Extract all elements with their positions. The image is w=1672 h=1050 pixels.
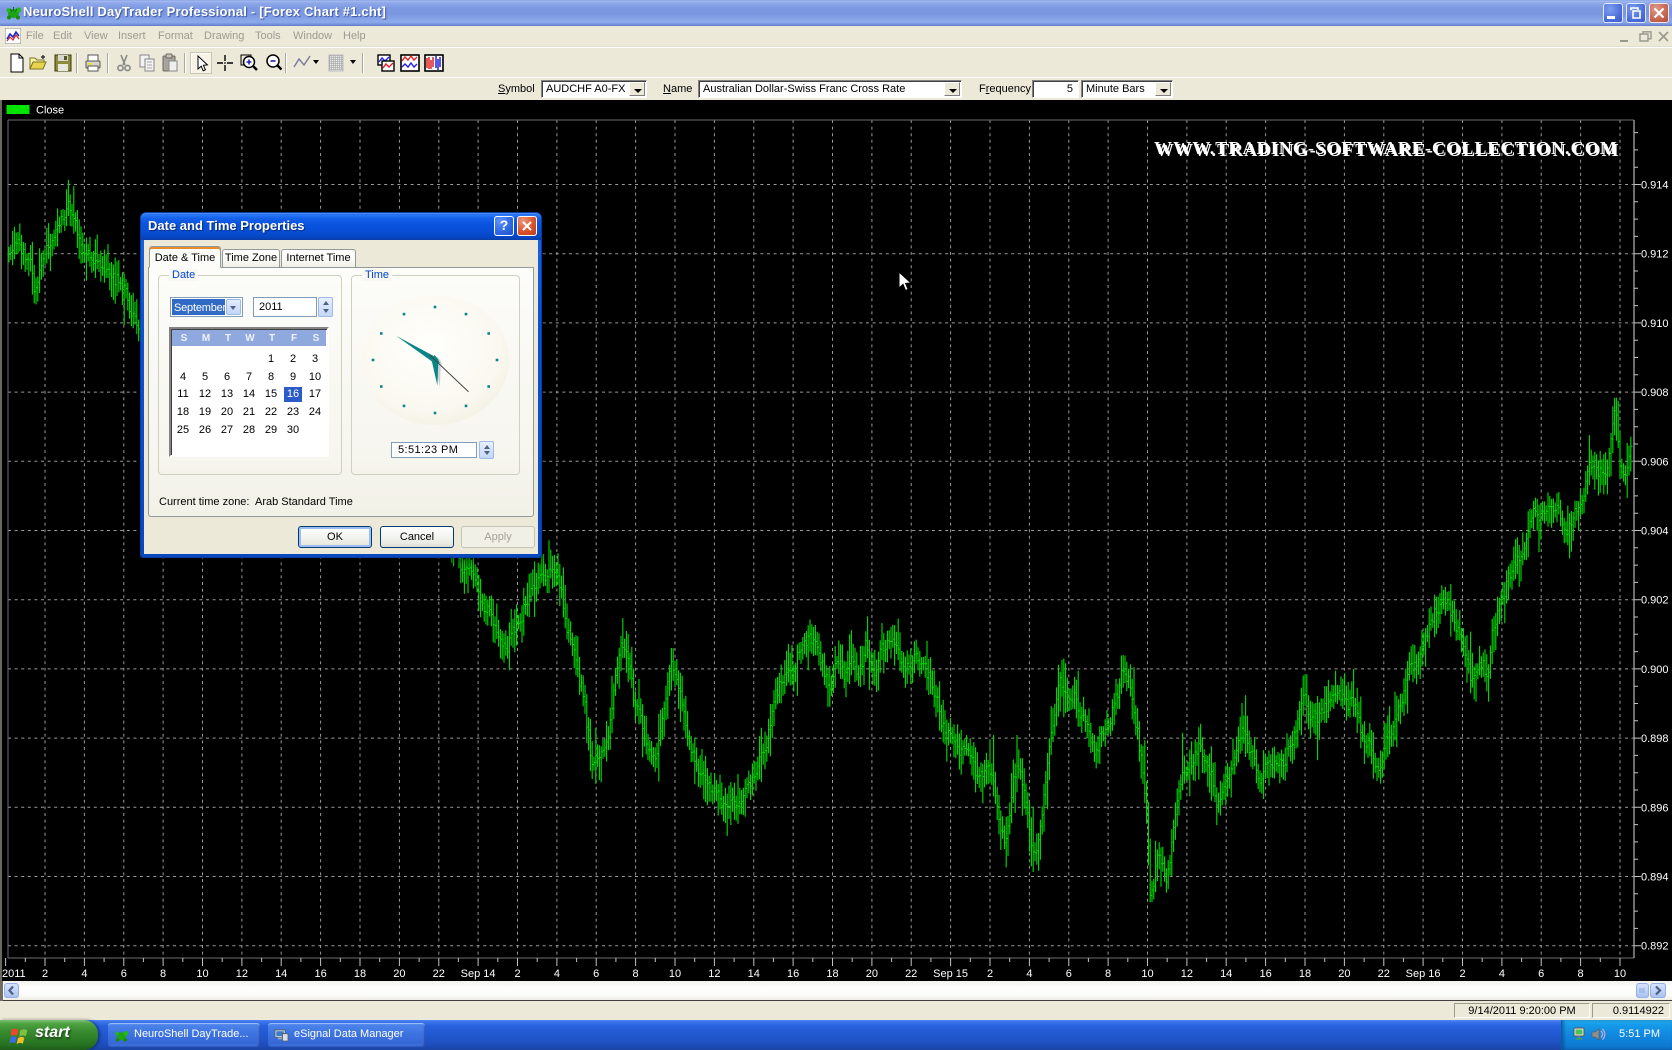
svg-text:Close: Close: [36, 105, 64, 117]
svg-text:20: 20: [393, 968, 405, 980]
svg-text:16: 16: [1259, 968, 1271, 980]
svg-text:10: 10: [669, 968, 681, 980]
svg-text:16: 16: [314, 968, 326, 980]
svg-text:8: 8: [633, 968, 639, 980]
svg-text:2: 2: [42, 968, 48, 980]
svg-text:0.906: 0.906: [1641, 456, 1669, 468]
svg-text:12: 12: [236, 968, 248, 980]
svg-text:12: 12: [708, 968, 720, 980]
svg-text:Sep 15: Sep 15: [933, 968, 968, 980]
svg-text:0.900: 0.900: [1641, 664, 1669, 676]
svg-text:2: 2: [987, 968, 993, 980]
svg-text:18: 18: [354, 968, 366, 980]
svg-text:14: 14: [275, 968, 287, 980]
svg-text:8: 8: [1105, 968, 1111, 980]
svg-text:0.902: 0.902: [1641, 595, 1669, 607]
svg-text:4: 4: [1026, 968, 1032, 980]
svg-text:Sep 14: Sep 14: [461, 968, 496, 980]
svg-text:8: 8: [1578, 968, 1584, 980]
svg-text:10: 10: [1614, 968, 1626, 980]
svg-text:0.892: 0.892: [1641, 941, 1669, 953]
svg-text:0.914: 0.914: [1641, 180, 1669, 192]
svg-text:10: 10: [196, 968, 208, 980]
svg-text:2: 2: [514, 968, 520, 980]
svg-text:6: 6: [593, 968, 599, 980]
svg-text:0.898: 0.898: [1641, 733, 1669, 745]
svg-text:0.912: 0.912: [1641, 249, 1669, 261]
svg-text:0.904: 0.904: [1641, 526, 1669, 538]
svg-text:14: 14: [1220, 968, 1232, 980]
svg-text:0.896: 0.896: [1641, 802, 1669, 814]
svg-text:6: 6: [1066, 968, 1072, 980]
svg-text:20: 20: [1338, 968, 1350, 980]
svg-text:20: 20: [866, 968, 878, 980]
svg-text:0.910: 0.910: [1641, 318, 1669, 330]
svg-text:22: 22: [1378, 968, 1390, 980]
svg-text:4: 4: [554, 968, 560, 980]
svg-text:6: 6: [121, 968, 127, 980]
svg-text:16: 16: [787, 968, 799, 980]
svg-text:4: 4: [1499, 968, 1505, 980]
svg-text:Sep 16: Sep 16: [1406, 968, 1441, 980]
svg-text:2011: 2011: [2, 968, 26, 980]
svg-text:6: 6: [1538, 968, 1544, 980]
svg-text:0.908: 0.908: [1641, 387, 1669, 399]
svg-text:2: 2: [1459, 968, 1465, 980]
svg-text:10: 10: [1141, 968, 1153, 980]
svg-text:18: 18: [1299, 968, 1311, 980]
svg-text:WWW.TRADING-SOFTWARE-COLLECTIO: WWW.TRADING-SOFTWARE-COLLECTION.COM: [1154, 138, 1618, 158]
svg-text:4: 4: [81, 968, 87, 980]
svg-text:0.894: 0.894: [1641, 872, 1669, 884]
svg-text:22: 22: [905, 968, 917, 980]
svg-text:22: 22: [433, 968, 445, 980]
svg-text:8: 8: [160, 968, 166, 980]
svg-text:18: 18: [826, 968, 838, 980]
svg-text:12: 12: [1181, 968, 1193, 980]
svg-text:14: 14: [748, 968, 760, 980]
